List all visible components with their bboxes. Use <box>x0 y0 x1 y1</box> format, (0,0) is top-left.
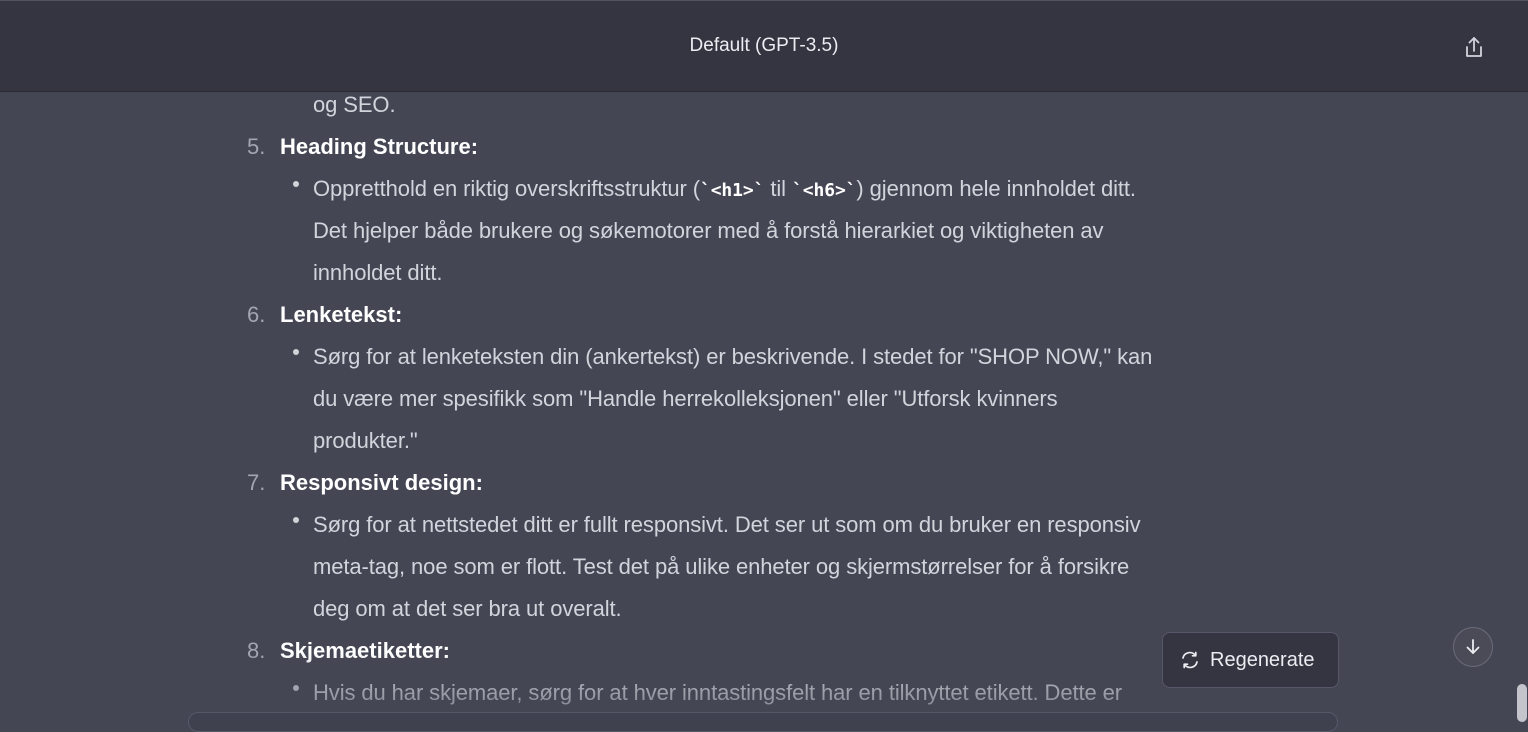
list-number: 8. <box>247 638 266 663</box>
bullet <box>293 517 299 523</box>
list-number: 6. <box>247 302 266 327</box>
share-icon <box>1466 37 1482 57</box>
scroll-to-bottom-button[interactable] <box>1453 627 1493 667</box>
list-text-line: Hvis du har skjemaer, sørg for at hver i… <box>313 680 1123 705</box>
regenerate-button[interactable]: Regenerate <box>1162 632 1339 688</box>
list-heading: Skjemaetiketter: <box>280 638 450 663</box>
list-text-line: Oppretthold en riktig overskriftsstruktu… <box>313 176 1136 201</box>
previous-item-tail: og SEO. <box>313 92 396 117</box>
share-button[interactable] <box>1460 33 1488 63</box>
list-number: 7. <box>247 470 266 495</box>
regenerate-label: Regenerate <box>1210 648 1315 671</box>
refresh-icon <box>1182 651 1198 669</box>
list-text-line: Det hjelper både brukere og søkemotorer … <box>313 218 1104 243</box>
list-heading: Lenketekst: <box>280 302 403 327</box>
scrollbar-thumb[interactable] <box>1517 684 1527 722</box>
arrow-down-icon <box>1466 639 1480 654</box>
list-heading: Responsivt design: <box>280 470 483 495</box>
bullet <box>293 181 299 187</box>
message-composer[interactable] <box>188 712 1338 732</box>
inline-code: `<h1>` <box>699 180 765 201</box>
list-text-line: deg om at det ser bra ut overalt. <box>313 596 622 621</box>
conversation-area: og SEO. 5. Heading Structure: Oppretthol… <box>0 92 1515 722</box>
inline-code: `<h6>` <box>792 180 857 201</box>
bullet <box>293 685 299 691</box>
list-text-line: du være mer spesifikk som "Handle herrek… <box>313 386 1058 411</box>
list-heading: Heading Structure: <box>280 134 479 159</box>
scrollbar-track[interactable] <box>1515 92 1528 722</box>
list-text-line: Sørg for at nettstedet ditt er fullt res… <box>313 512 1141 537</box>
bullet <box>293 349 299 355</box>
top-bar: Default (GPT-3.5) <box>0 0 1528 92</box>
model-title: Default (GPT-3.5) <box>689 35 839 56</box>
list-number: 5. <box>247 134 266 159</box>
list-text-line: produkter." <box>313 428 418 453</box>
list-text-line: innholdet ditt. <box>313 260 443 285</box>
list-text-line: meta-tag, noe som er flott. Test det på … <box>313 554 1130 579</box>
list-text-line: Sørg for at lenketeksten din (ankertekst… <box>313 344 1153 369</box>
